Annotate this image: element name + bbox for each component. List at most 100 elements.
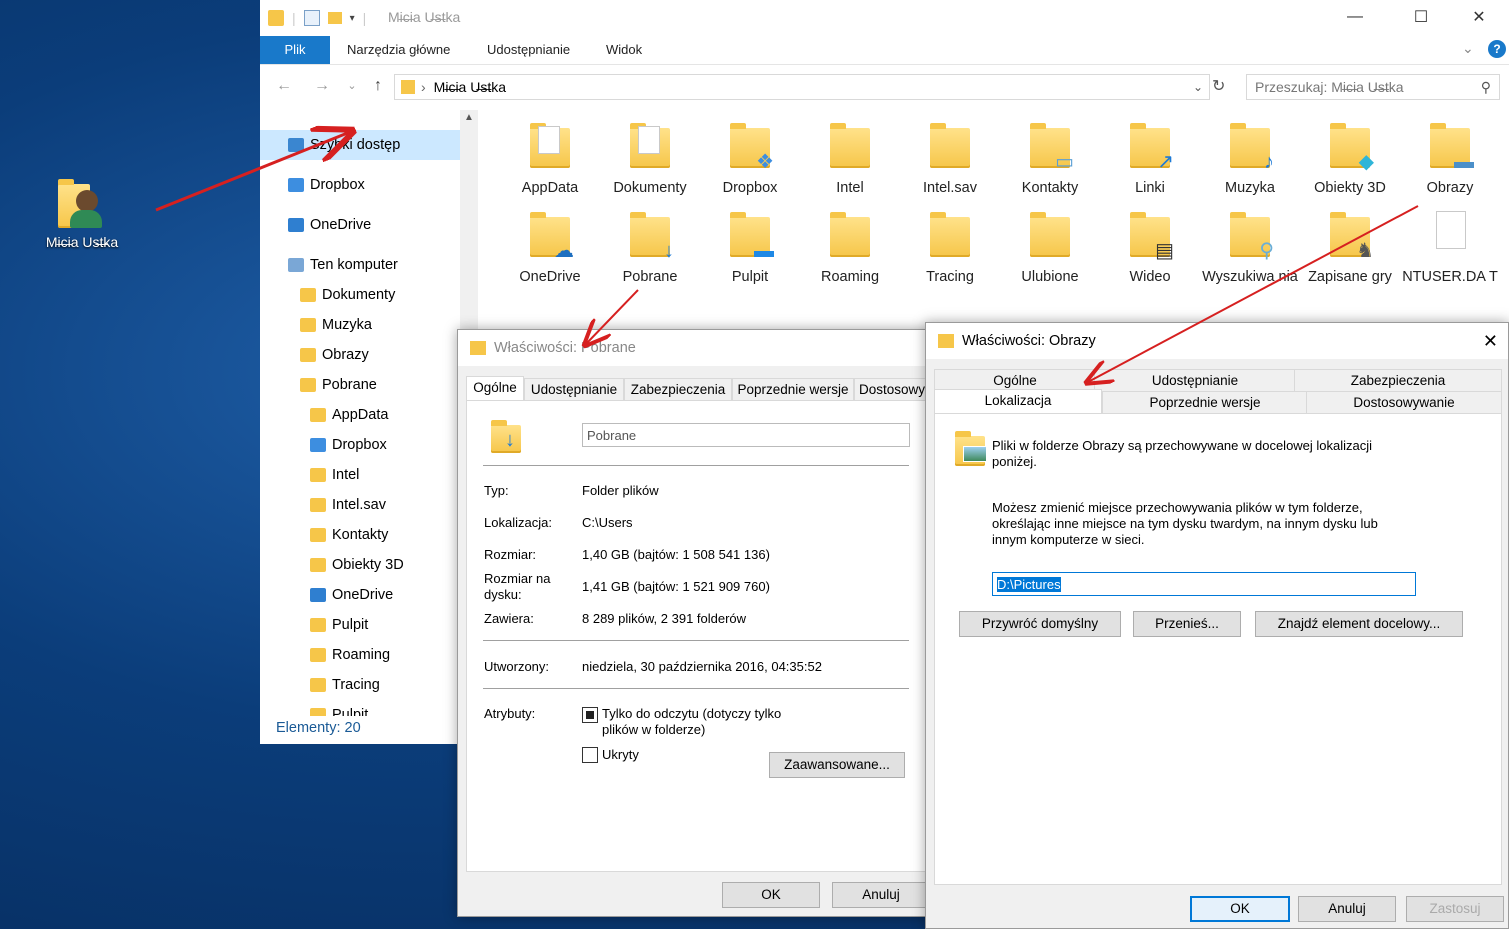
tab-previous-versions[interactable]: Poprzednie wersje	[1102, 391, 1308, 415]
file-item[interactable]: Dokumenty	[600, 118, 700, 198]
expand-ribbon-icon[interactable]: ⌄	[1462, 40, 1474, 57]
nav-item[interactable]: Szybki dostęp	[260, 130, 460, 160]
nav-item[interactable]: OneDrive	[260, 210, 460, 240]
dialog-title: Właściwości: Pobrane	[494, 340, 636, 356]
apply-button[interactable]: Zastosuj	[1406, 896, 1504, 922]
nav-item-label: Roaming	[332, 647, 391, 663]
file-item[interactable]: ▬ Pulpit	[700, 207, 800, 287]
file-item[interactable]: ↗ Linki	[1100, 118, 1200, 198]
status-item-count: Elementy: 20	[276, 720, 361, 736]
tab-security[interactable]: Zabezpieczenia	[624, 378, 732, 402]
recent-dropdown-icon[interactable]: ⌄	[340, 74, 364, 98]
nav-item[interactable]: Intel	[260, 460, 460, 490]
close-icon[interactable]: ✕	[1483, 331, 1498, 352]
nav-item-label: Obrazy	[322, 347, 369, 363]
close-button[interactable]: ✕	[1456, 0, 1502, 34]
address-bar[interactable]: › Mi̶c̶ia U̶s̶tka ⌄	[394, 74, 1210, 100]
file-item[interactable]: ↓ Pobrane	[600, 207, 700, 287]
tab-customize[interactable]: Dostosowywanie	[1306, 391, 1502, 415]
file-item[interactable]: NTUSER.DA T	[1400, 207, 1500, 287]
nav-item[interactable]: Ten komputer	[260, 250, 460, 280]
desktop-user-folder[interactable]: Mi̶c̶ia Us̶t̶ka	[22, 170, 142, 260]
file-item[interactable]: ◆ Obiekty 3D	[1300, 118, 1400, 198]
scroll-up-icon[interactable]: ▲	[464, 112, 474, 123]
user-folder-icon	[58, 176, 102, 228]
properties-icon[interactable]	[303, 10, 320, 26]
file-item[interactable]: Roaming	[800, 207, 900, 287]
address-dropdown-icon[interactable]: ⌄	[1193, 80, 1203, 94]
ok-button[interactable]: OK	[1190, 896, 1290, 922]
location-path-input[interactable]: D:\Pictures	[992, 572, 1416, 596]
user-folder-small-icon	[268, 10, 284, 26]
nav-item[interactable]: Muzyka	[260, 310, 460, 340]
hidden-checkbox[interactable]	[582, 747, 598, 763]
file-item[interactable]: ♞ Zapisane gry	[1300, 207, 1400, 287]
customize-dropdown-icon[interactable]: ▾	[350, 13, 355, 24]
file-item[interactable]: AppData	[500, 118, 600, 198]
readonly-checkbox[interactable]	[582, 707, 598, 723]
file-item[interactable]: ▭ Kontakty	[1000, 118, 1100, 198]
navigation-bar: ← → ⌄ ↑ › Mi̶c̶ia U̶s̶tka ⌄ ↻ Przeszukaj…	[260, 68, 1509, 104]
file-item[interactable]: ♪ Muzyka	[1200, 118, 1300, 198]
nav-item[interactable]: Obrazy	[260, 340, 460, 370]
objects3d-folder-icon: ◆	[1326, 118, 1374, 172]
advanced-button[interactable]: Zaawansowane...	[769, 752, 905, 778]
nav-item[interactable]: Kontakty	[260, 520, 460, 550]
nav-item[interactable]: Dokumenty	[260, 280, 460, 310]
nav-item[interactable]: Tracing	[260, 670, 460, 700]
nav-item[interactable]: Intel.sav	[260, 490, 460, 520]
ok-button[interactable]: OK	[722, 882, 820, 908]
move-button[interactable]: Przenieś...	[1133, 611, 1241, 637]
up-arrow-icon[interactable]: ↑	[366, 74, 390, 98]
tab-security[interactable]: Zabezpieczenia	[1294, 369, 1502, 393]
nav-item[interactable]: Roaming	[260, 640, 460, 670]
forward-arrow-icon[interactable]: →	[310, 74, 334, 98]
tab-customize[interactable]: Dostosowy	[854, 378, 930, 402]
file-item-label: Obrazy	[1426, 180, 1474, 196]
file-item[interactable]: Intel	[800, 118, 900, 198]
nav-item[interactable]: Pobrane	[260, 370, 460, 400]
file-item[interactable]: ⚲ Wyszukiwa nia	[1200, 207, 1300, 287]
file-item[interactable]: ▬ Obrazy	[1400, 118, 1500, 198]
nav-item[interactable]: OneDrive	[260, 580, 460, 610]
tab-general[interactable]: Ogólne	[466, 376, 524, 401]
file-item[interactable]: ☁ OneDrive	[500, 207, 600, 287]
tab-sharing[interactable]: Udostępnianie	[1094, 369, 1296, 393]
tab-file[interactable]: Plik	[260, 36, 330, 64]
restore-default-button[interactable]: Przywróć domyślny	[959, 611, 1121, 637]
desktop-folder-icon: ▬	[726, 207, 774, 261]
new-folder-icon[interactable]	[327, 12, 342, 24]
find-target-button[interactable]: Znajdź element docelowy...	[1255, 611, 1463, 637]
tab-previous-versions[interactable]: Poprzednie wersje	[732, 378, 854, 402]
file-item[interactable]: Intel.sav	[900, 118, 1000, 198]
maximize-button[interactable]: ☐	[1398, 0, 1444, 34]
file-item[interactable]: ❖ Dropbox	[700, 118, 800, 198]
nav-item-label: Kontakty	[332, 527, 389, 543]
minimize-button[interactable]: —	[1332, 0, 1378, 34]
cancel-button[interactable]: Anuluj	[1298, 896, 1396, 922]
refresh-icon[interactable]: ↻	[1212, 76, 1225, 96]
nav-item[interactable]: Obiekty 3D	[260, 550, 460, 580]
back-arrow-icon[interactable]: ←	[272, 74, 296, 98]
property-value: C:\Users	[582, 515, 633, 530]
tab-location[interactable]: Lokalizacja	[934, 389, 1102, 414]
file-item[interactable]: Ulubione	[1000, 207, 1100, 287]
help-icon[interactable]: ?	[1488, 40, 1506, 58]
file-item[interactable]: Tracing	[900, 207, 1000, 287]
tab-share[interactable]: Udostępnianie	[487, 36, 570, 64]
nav-item[interactable]: Dropbox	[260, 170, 460, 200]
folder-name-field[interactable]: Pobrane	[582, 423, 910, 447]
cancel-button[interactable]: Anuluj	[832, 882, 930, 908]
breadcrumb-separator-icon: ›	[421, 79, 426, 95]
tab-view[interactable]: Widok	[606, 36, 642, 64]
tab-home[interactable]: Narzędzia główne	[347, 36, 450, 64]
nav-item[interactable]: Pulpit	[260, 610, 460, 640]
search-input[interactable]: Przeszukaj: Mi̶c̶ia U̶s̶tka ⚲	[1246, 74, 1500, 100]
file-item[interactable]: ▤ Wideo	[1100, 207, 1200, 287]
desktop-folder-icon	[310, 618, 326, 632]
nav-item[interactable]: Dropbox	[260, 430, 460, 460]
nav-item[interactable]: Pulpit	[260, 700, 460, 716]
tab-sharing[interactable]: Udostępnianie	[524, 378, 624, 402]
nav-item[interactable]: AppData	[260, 400, 460, 430]
property-label: Zawiera:	[484, 611, 534, 626]
